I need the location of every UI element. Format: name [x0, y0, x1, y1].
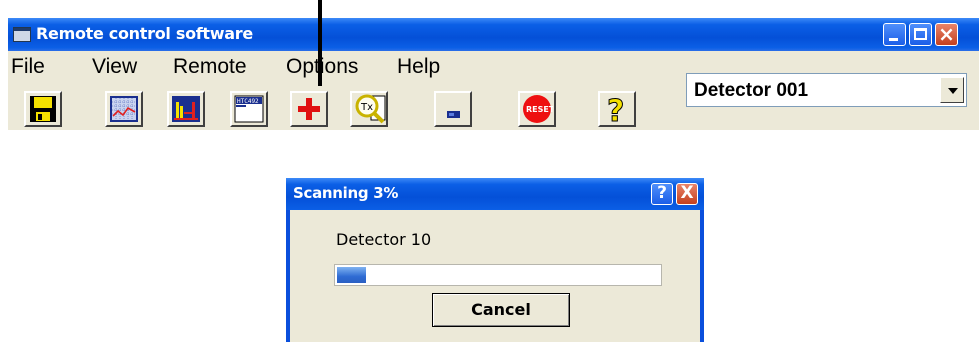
scan-status-label: Detector 10	[336, 230, 432, 249]
maximize-icon	[914, 28, 927, 40]
minimize-icon	[889, 38, 898, 41]
panel-button[interactable]	[434, 91, 472, 127]
scan-progress-bar	[334, 264, 662, 286]
dialog-body: Detector 10 Cancel	[290, 210, 700, 342]
scanning-dialog: Scanning 3% ? X Detector 10 Cancel	[286, 178, 704, 342]
line-graph-icon	[110, 96, 138, 122]
app-window-icon	[13, 27, 31, 42]
annotation-pointer-line	[318, 0, 322, 86]
detector-select-value: Detector 001	[694, 80, 809, 101]
panel-icon	[447, 111, 460, 118]
graph-button[interactable]	[105, 91, 143, 127]
bar-spectrum-icon	[172, 96, 200, 122]
tx-search-button[interactable]: Tx	[350, 91, 388, 127]
reset-icon: RESET	[523, 95, 553, 123]
reset-button[interactable]: RESET	[518, 91, 556, 127]
menu-file[interactable]: File	[11, 55, 45, 79]
close-icon: ×	[938, 22, 955, 46]
red-cross-icon	[298, 98, 320, 120]
spectrum-button[interactable]	[167, 91, 205, 127]
svg-text:RESET: RESET	[526, 105, 553, 114]
menu-remote[interactable]: Remote	[173, 55, 247, 79]
chevron-down-icon[interactable]	[940, 77, 964, 103]
svg-text:?: ?	[607, 94, 624, 124]
text-display-icon: HTC492	[234, 95, 264, 123]
menu-help[interactable]: Help	[397, 55, 440, 79]
menu-options[interactable]: Options	[286, 55, 358, 79]
titlebar[interactable]: Remote control software ×	[8, 18, 979, 51]
scan-progress-fill	[337, 267, 366, 283]
minimize-button[interactable]	[883, 23, 906, 46]
dialog-help-button[interactable]: ?	[651, 183, 673, 205]
floppy-disk-icon	[30, 96, 56, 122]
dialog-title: Scanning 3%	[293, 184, 399, 202]
dialog-close-button[interactable]: X	[676, 183, 698, 205]
close-button[interactable]: ×	[935, 22, 958, 46]
magnifier-tx-icon: Tx	[355, 94, 386, 124]
close-icon: X	[680, 183, 694, 203]
maximize-button[interactable]	[909, 23, 932, 46]
save-button[interactable]	[24, 91, 62, 127]
question-mark-icon: ?	[607, 94, 625, 124]
help-button[interactable]: ?	[598, 91, 636, 127]
window-title: Remote control software	[36, 24, 253, 43]
menu-view[interactable]: View	[92, 55, 137, 79]
dialog-titlebar[interactable]: Scanning 3% ? X	[286, 178, 704, 210]
svg-text:HTC492: HTC492	[237, 98, 259, 105]
help-icon: ?	[657, 183, 667, 203]
detector-select[interactable]: Detector 001	[686, 73, 967, 107]
cancel-button[interactable]: Cancel	[432, 293, 570, 327]
add-button[interactable]	[290, 91, 328, 127]
svg-text:Tx: Tx	[360, 102, 373, 113]
display-button[interactable]: HTC492	[230, 91, 268, 127]
